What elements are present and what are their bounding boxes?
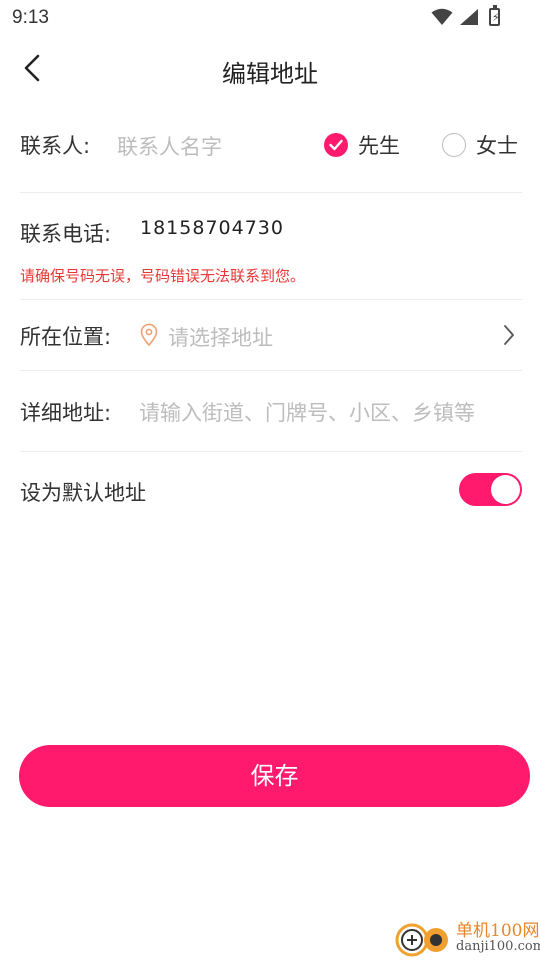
phone-label: 联系电话:: [20, 222, 112, 246]
contact-row: 联系人: 联系人名字 先生 女士: [20, 100, 522, 193]
location-row[interactable]: 所在位置: 请选择地址: [20, 300, 522, 371]
save-button[interactable]: 保存: [19, 745, 530, 807]
status-bar: 9:13 ⚡: [0, 0, 540, 36]
watermark-url: danji100.com: [456, 939, 540, 954]
status-time: 9:13: [12, 7, 49, 28]
radio-ms[interactable]: 女士: [442, 130, 518, 160]
radio-unchecked-icon: [442, 133, 466, 157]
contact-name-input[interactable]: 联系人名字: [117, 131, 222, 161]
watermark: 单机100网 danji100.com: [390, 914, 540, 960]
page-title: 编辑地址: [222, 60, 318, 88]
default-address-row: 设为默认地址: [20, 452, 522, 528]
radio-checked-icon: [324, 133, 348, 157]
radio-mr-label: 先生: [358, 134, 400, 158]
header: 编辑地址: [0, 36, 540, 100]
radio-ms-label: 女士: [476, 134, 518, 158]
detail-address-row: 详细地址: 请输入街道、门牌号、小区、乡镇等: [20, 371, 522, 452]
battery-charging-icon: ⚡: [489, 5, 500, 26]
phone-row: 联系电话: 18158704730 请确保号码无误，号码错误无法联系到您。: [20, 193, 522, 300]
location-select[interactable]: 请选择地址: [168, 322, 273, 352]
phone-error-text: 请确保号码无误，号码错误无法联系到您。: [20, 267, 306, 285]
default-address-label: 设为默认地址: [20, 481, 146, 505]
signal-icon: [460, 9, 478, 25]
detail-address-input[interactable]: 请输入街道、门牌号、小区、乡镇等: [139, 397, 475, 427]
status-icons: ⚡: [431, 5, 500, 26]
detail-address-label: 详细地址:: [20, 401, 112, 425]
toggle-knob: [491, 475, 520, 504]
contact-label: 联系人:: [20, 134, 91, 158]
wifi-icon: [431, 8, 453, 25]
chevron-right-icon: [504, 325, 514, 345]
radio-mr[interactable]: 先生: [324, 130, 400, 160]
default-address-toggle[interactable]: [459, 473, 522, 506]
location-pin-icon: [140, 323, 158, 347]
phone-input[interactable]: 18158704730: [140, 217, 284, 235]
watermark-name: 单机100网: [456, 921, 540, 941]
location-label: 所在位置:: [20, 325, 112, 349]
watermark-logo-icon: [395, 923, 448, 957]
